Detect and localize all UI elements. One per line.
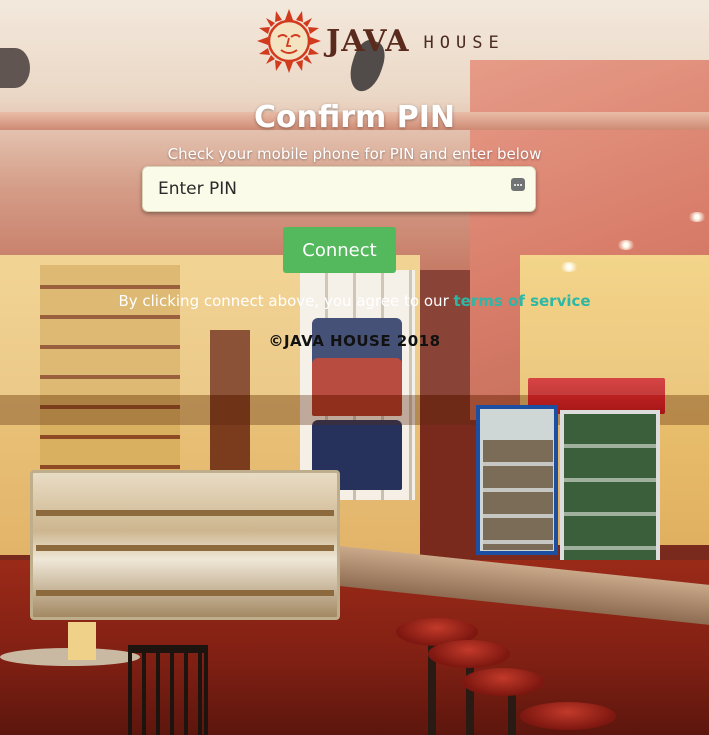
brand-name: JAVA [326,23,410,59]
pin-input[interactable] [142,166,536,212]
connect-button[interactable]: Connect [283,227,396,273]
password-dots-icon[interactable] [511,178,525,191]
terms-notice: By clicking connect above, you agree to … [0,292,709,310]
brand-logo: JAVA HOUSE [256,8,505,74]
copyright-text: JAVA HOUSE 2018 [283,332,441,350]
copyright: ©JAVA HOUSE 2018 [0,332,709,350]
brand-subname: HOUSE [423,33,505,53]
page-title: Confirm PIN [254,100,455,135]
instructions-text: Check your mobile phone for PIN and ente… [167,145,542,163]
terms-of-service-link[interactable]: terms of service [454,292,591,310]
terms-text: By clicking connect above, you agree to … [118,292,454,310]
sun-face-icon [257,9,321,73]
login-panel: JAVA HOUSE Confirm PIN Check your mobile… [0,0,709,735]
copyright-symbol: © [268,332,284,350]
